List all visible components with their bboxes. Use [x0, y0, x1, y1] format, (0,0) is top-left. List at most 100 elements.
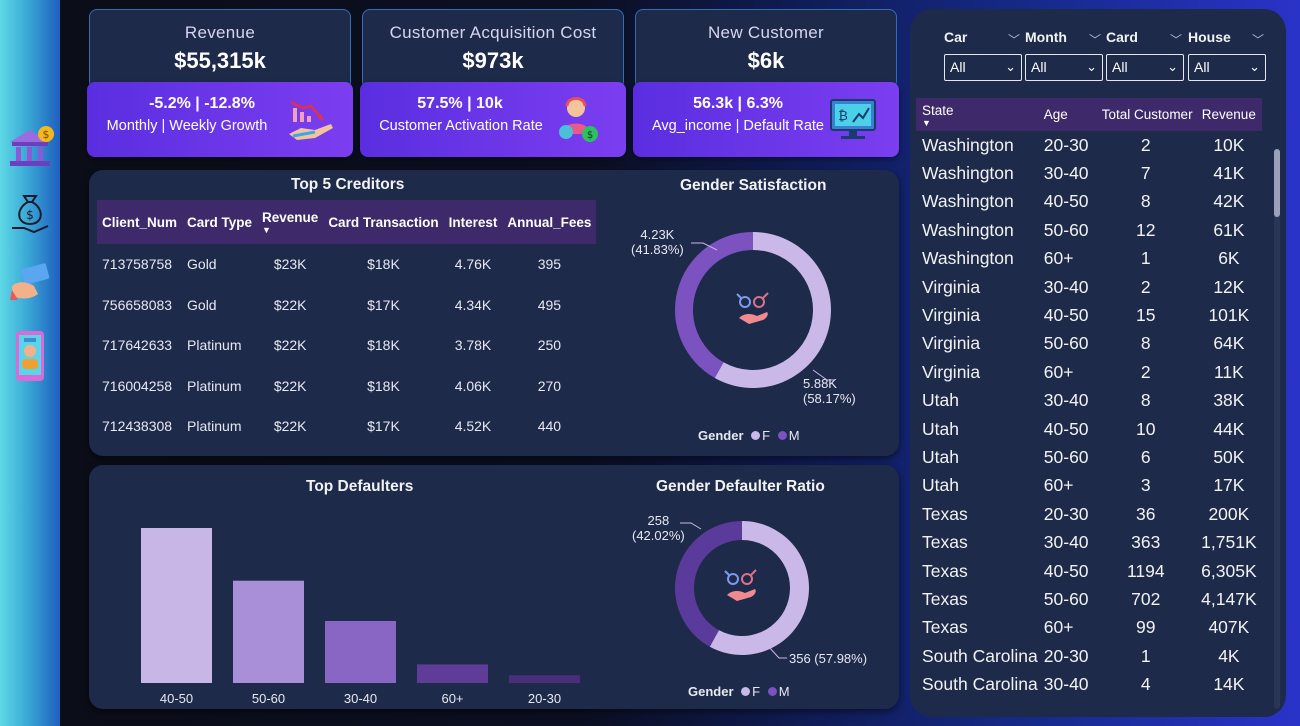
column-header[interactable]: Card Type — [182, 200, 258, 244]
table-cell: Texas — [922, 617, 968, 638]
table-row[interactable]: 756658083 Gold $22K $17K 4.34K 495 — [97, 285, 596, 326]
table-cell: 250 — [537, 337, 562, 354]
column-header[interactable]: Annual_Fees — [502, 200, 597, 244]
column-header-sorted[interactable]: Revenue ▼ — [257, 200, 324, 244]
scrollbar-thumb[interactable] — [1274, 149, 1280, 217]
table-cell: Platinum — [187, 377, 242, 394]
column-header[interactable]: Revenue — [1195, 98, 1262, 131]
legend-title: Gender — [688, 684, 734, 699]
table-row[interactable]: 716004258 Platinum $22K $18K 4.06K 270 — [97, 366, 596, 407]
card-slicer[interactable]: Card ﹀ All ⌄ — [1106, 27, 1184, 81]
table-row[interactable]: Washington 60+ 1 6K — [916, 245, 1262, 273]
column-header[interactable]: Total Customer — [1095, 98, 1196, 131]
column-header[interactable]: Client_Num — [97, 200, 183, 244]
kpi-sub-value: 57.5% | 10k — [417, 95, 503, 112]
table-row[interactable]: Texas 50-60 702 4,147K — [916, 585, 1262, 613]
table-row[interactable]: Texas 40-50 1194 6,305K — [916, 557, 1262, 585]
table-cell: Platinum — [187, 418, 242, 435]
table-row[interactable]: Virginia 40-50 15 101K — [916, 301, 1262, 329]
column-header[interactable]: Age — [1037, 98, 1096, 131]
table-cell: 8 — [1140, 191, 1151, 212]
table-row[interactable]: 717642633 Platinum $22K $18K 3.78K 250 — [97, 325, 596, 366]
table-row[interactable]: Utah 50-60 6 50K — [916, 443, 1262, 471]
table-row[interactable]: Texas 20-30 36 200K — [916, 500, 1262, 528]
table-row[interactable]: Utah 40-50 10 44K — [916, 415, 1262, 443]
table-cell: 36 — [1136, 503, 1156, 524]
table-row[interactable]: Utah 60+ 3 17K — [916, 472, 1262, 500]
table-row[interactable]: Washington 40-50 8 42K — [916, 188, 1262, 216]
kpi-title: New Customer — [707, 23, 825, 42]
kpi-new-customer-detail: 56.3k | 6.3% Avg_income | Default Rate ₿ — [633, 82, 899, 157]
column-header-sorted[interactable]: State ▼ — [916, 98, 1038, 131]
table-cell: Platinum — [187, 337, 242, 354]
table-row[interactable]: 712438308 Platinum $22K $17K 4.52K 440 — [97, 406, 596, 447]
chevron-down-icon[interactable]: ﹀ — [1089, 31, 1101, 48]
chevron-down-icon[interactable]: ﹀ — [1252, 31, 1264, 48]
slicer-value: All — [950, 59, 966, 75]
car-slicer[interactable]: Car ﹀ All ⌄ — [944, 27, 1022, 81]
table-cell: 4.06K — [454, 377, 492, 394]
chevron-down-icon[interactable]: ﹀ — [1170, 31, 1182, 48]
car-dropdown[interactable]: All ⌄ — [944, 54, 1022, 81]
table-cell: $17K — [367, 418, 400, 435]
table-row[interactable]: Virginia 50-60 8 64K — [916, 330, 1262, 358]
legend-m-label: M — [788, 428, 800, 443]
svg-text:$: $ — [43, 128, 50, 141]
bar-30-40[interactable] — [325, 621, 396, 683]
table-row[interactable]: Utah 30-40 8 38K — [916, 387, 1262, 415]
table-cell: 8 — [1140, 390, 1151, 411]
house-slicer[interactable]: House ﹀ All ⌄ — [1188, 27, 1266, 81]
bar-50-60[interactable] — [233, 580, 304, 683]
card-dropdown[interactable]: All ⌄ — [1106, 54, 1184, 81]
kpi-sub-label: Avg_income | Default Rate — [652, 118, 824, 134]
money-bag-hand-icon[interactable]: $ — [6, 186, 54, 242]
gender-m-data-label: 258 (42.02%) — [632, 513, 685, 543]
table-row[interactable]: South Carolina 30-40 4 14K — [916, 670, 1262, 698]
table-row[interactable]: Washington 20-30 2 10K — [916, 131, 1262, 159]
chevron-down-icon[interactable]: ﹀ — [1008, 31, 1020, 48]
table-cell: 30-40 — [1043, 390, 1089, 411]
bar-40-50[interactable] — [141, 528, 212, 683]
column-label: State — [922, 102, 954, 118]
legend-f-swatch — [751, 431, 761, 441]
month-dropdown[interactable]: All ⌄ — [1025, 54, 1103, 81]
vertical-scrollbar[interactable] — [1274, 149, 1280, 709]
top-defaulters-bar-chart: 40-50 50-60 30-40 60+ 20-30 — [141, 528, 580, 705]
kpi-sub-value: -5.2% | -12.8% — [149, 95, 255, 112]
table-row[interactable]: South Carolina 20-30 1 4K — [916, 642, 1262, 670]
table-row[interactable]: Virginia 30-40 2 12K — [916, 273, 1262, 301]
table-cell: 713758758 — [102, 256, 173, 273]
table-row[interactable]: Texas 30-40 363 1,751K — [916, 528, 1262, 556]
month-slicer[interactable]: Month ﹀ All ⌄ — [1025, 27, 1103, 81]
table-cell: 4 — [1140, 674, 1151, 695]
table-row[interactable]: Texas 60+ 99 407K — [916, 614, 1262, 642]
table-row[interactable]: 713758758 Gold $23K $18K 4.76K 395 — [97, 244, 596, 285]
kpi-revenue-header: Revenue $55,315k — [89, 9, 351, 89]
table-row[interactable]: Virginia 60+ 2 11K — [916, 358, 1262, 386]
table-cell: 4K — [1218, 645, 1240, 666]
column-header[interactable]: Interest — [443, 200, 503, 244]
gender-defaulter-legend: Gender F M — [688, 684, 790, 699]
table-row[interactable]: Washington 30-40 7 41K — [916, 159, 1262, 187]
table-row[interactable]: Washington 50-60 12 61K — [916, 216, 1262, 244]
bar-60+[interactable] — [417, 664, 488, 683]
column-header[interactable]: Card Transaction — [323, 200, 444, 244]
table-cell: 38K — [1213, 390, 1245, 411]
bar-20-30[interactable] — [509, 675, 580, 683]
mobile-user-icon[interactable] — [6, 328, 54, 384]
credit-card-hand-icon[interactable] — [6, 254, 54, 310]
data-label-leader-lines — [680, 522, 787, 659]
slicer-value: All — [1194, 59, 1210, 75]
bank-icon[interactable]: $ — [6, 120, 54, 176]
x-tick-label: 50-60 — [252, 691, 285, 705]
table-cell: 41K — [1213, 163, 1245, 184]
table-cell: 3.78K — [454, 337, 492, 354]
state-filter-panel: Car ﹀ All ⌄ Month ﹀ All ⌄ Card ﹀ All ⌄ Hous… — [910, 9, 1286, 717]
house-dropdown[interactable]: All ⌄ — [1188, 54, 1266, 81]
kpi-acquisition-card: Customer Acquisition Cost $973k 57.5% | … — [360, 9, 626, 157]
sort-descending-icon: ▼ — [922, 117, 931, 128]
table-cell: 60+ — [1043, 475, 1074, 496]
slicer-value: All — [1031, 59, 1047, 75]
legend-m-label: M — [778, 684, 790, 699]
gender-defaulter-title: Gender Defaulter Ratio — [656, 478, 825, 495]
